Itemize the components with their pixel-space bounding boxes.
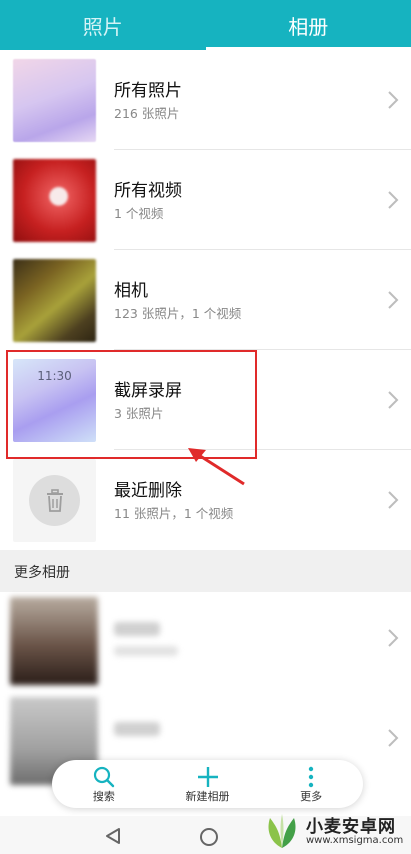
- tab-albums-label: 相册: [288, 14, 329, 39]
- trash-icon: [29, 475, 80, 526]
- tab-photos-label: 照片: [82, 14, 123, 39]
- tab-photos[interactable]: 照片: [0, 0, 206, 50]
- more-button[interactable]: 更多: [259, 760, 363, 808]
- album-count: 11 张照片，1 个视频: [114, 506, 234, 521]
- watermark: 小麦安卓网 www.xmsigma.com: [262, 810, 407, 852]
- album-count: 216 张照片: [114, 106, 180, 121]
- blurred-title: [114, 622, 160, 636]
- album-row-camera[interactable]: 相机 123 张照片，1 个视频: [0, 250, 411, 350]
- album-row-all-photos[interactable]: 所有照片 216 张照片: [0, 50, 411, 150]
- new-album-label: 新建相册: [185, 790, 230, 803]
- new-album-button[interactable]: 新建相册: [156, 760, 260, 808]
- chevron-right-icon: [388, 629, 399, 647]
- home-circle-icon[interactable]: [200, 828, 218, 846]
- bottom-action-bar: 搜索 新建相册 更多: [52, 760, 363, 808]
- chevron-right-icon: [388, 291, 399, 309]
- album-count: 1 个视频: [114, 206, 164, 221]
- chevron-right-icon: [388, 391, 399, 409]
- chevron-right-icon: [388, 491, 399, 509]
- album-title: 所有视频: [114, 181, 182, 201]
- blurred-title: [114, 722, 160, 736]
- album-thumbnail: [13, 459, 96, 542]
- section-title: 更多相册: [14, 565, 70, 581]
- blurred-subtitle: [114, 646, 178, 656]
- album-title: 所有照片: [114, 81, 182, 101]
- watermark-logo-icon: [268, 814, 296, 848]
- watermark-url: www.xmsigma.com: [306, 835, 404, 846]
- album-thumbnail: [13, 59, 96, 142]
- more-vertical-icon: [308, 766, 314, 788]
- top-tab-bar: 照片 相册: [0, 0, 411, 50]
- search-button[interactable]: 搜索: [52, 760, 156, 808]
- album-thumbnail: [13, 259, 96, 342]
- chevron-right-icon: [388, 729, 399, 747]
- album-thumbnail: [10, 597, 98, 685]
- more-label: 更多: [300, 790, 323, 803]
- album-row-blurred[interactable]: [0, 592, 411, 692]
- album-title: 相机: [114, 281, 148, 301]
- tab-albums[interactable]: 相册: [205, 0, 411, 50]
- plus-icon: [197, 767, 218, 787]
- chevron-right-icon: [388, 91, 399, 109]
- back-triangle-icon[interactable]: [104, 827, 122, 845]
- album-row-all-videos[interactable]: 所有视频 1 个视频: [0, 150, 411, 250]
- album-thumbnail: [13, 159, 96, 242]
- search-icon: [93, 766, 115, 788]
- album-count: 123 张照片，1 个视频: [114, 306, 242, 321]
- chevron-right-icon: [388, 191, 399, 209]
- watermark-title: 小麦安卓网: [306, 817, 396, 837]
- section-more-albums: 更多相册: [0, 550, 411, 592]
- annotation-arrow-icon: [188, 448, 245, 486]
- search-label: 搜索: [92, 790, 115, 803]
